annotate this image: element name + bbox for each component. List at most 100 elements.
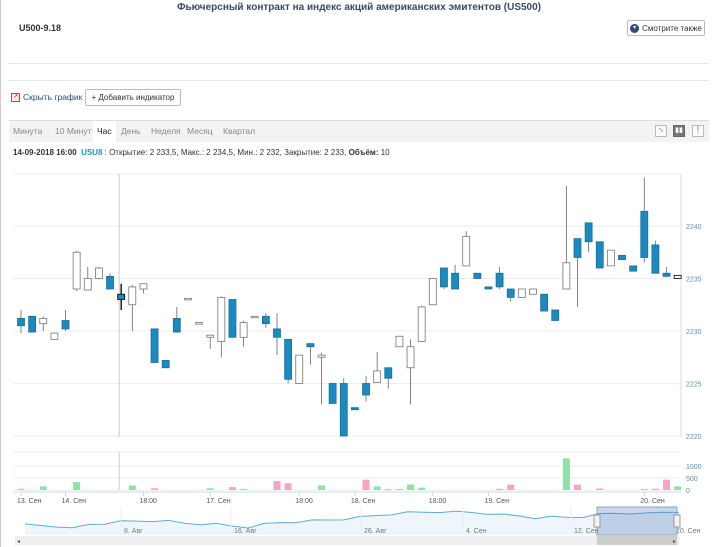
volume-bar [240,489,248,490]
candle-body [562,262,571,290]
candle-body [417,306,426,342]
candle-body [172,317,181,333]
candle-body [406,346,415,369]
candle-body [161,359,170,369]
volume-bar [39,486,47,490]
y-tick-label: 2220 [686,434,702,441]
volume-bar [17,488,25,490]
candle-body [150,328,159,363]
volume-bar [596,488,604,490]
volume-tick-label: 500 [686,476,698,483]
price-chart[interactable]: 2220 2225 2230 2235 2240 0 500 1000 13. Сен 14. С… [1,0,716,547]
candle-body [362,383,370,396]
candle-body [139,283,148,290]
candle-body [395,335,404,348]
volume-bar [384,489,392,490]
volume-bar [206,488,214,490]
candle-body [50,332,59,340]
candle-body [484,286,493,290]
candle-body [261,315,270,325]
scroll-right-arrow-icon[interactable]: ▸ [673,539,676,545]
candle-body [428,278,437,306]
x-tick-label: 18:00 [139,498,157,505]
candle-body [284,338,293,380]
candle-body [673,274,682,279]
candle-body [317,354,326,358]
x-tick-label: 18:00 [429,498,447,505]
candle-body [529,288,537,295]
volume-bar [651,488,659,490]
candle-body [239,322,248,338]
x-tick-label: 13. Сен [17,498,42,505]
navigator-handle[interactable] [593,514,601,528]
volume-bar [273,481,281,490]
candle-body [39,317,48,325]
x-tick-label: 17. Сен [206,498,231,505]
candle-body [595,241,604,269]
x-tick-label: 18:00 [295,498,313,505]
candle-body [517,288,526,298]
candle-body [373,370,382,383]
volume-bar [395,489,403,490]
candle-body [195,322,203,325]
candle-body [451,272,459,290]
navigator-label: 12. Сен [574,528,599,535]
volume-tick-label: 0 [686,488,690,495]
volume-bar [507,484,515,490]
volume-bar [362,479,370,490]
navigator-selection[interactable] [596,506,678,536]
candle-body [440,267,448,288]
y-tick-label: 2240 [686,224,702,231]
volume-bar [284,483,292,490]
scroll-left-arrow-icon[interactable]: ◂ [17,539,20,545]
candle-body [328,383,337,404]
candle-body [640,210,649,258]
scrollbar-thumb[interactable] [597,536,677,545]
volume-tick-label: 1000 [686,464,702,471]
candle-body [618,254,626,260]
candle-body [128,286,137,306]
volume-bar [496,488,504,490]
candle-body [273,328,281,338]
candle-body [584,222,593,243]
volume-bar [663,479,671,490]
volume-bar [318,485,326,490]
candle-body [462,236,471,267]
candle-body [28,315,37,333]
candle-body [206,334,215,338]
navigator-label: 26. Авг [364,528,387,535]
y-tick-label: 2230 [686,329,702,336]
navigator-label: 20. Сен [676,528,701,535]
candle-body [250,315,259,319]
volume-bar [373,486,381,490]
volume-bar [73,482,81,490]
candle-body [228,299,237,338]
navigator-handle[interactable] [673,514,681,528]
candle-body [306,343,315,348]
candle-body [662,272,671,277]
candle-body [117,293,126,300]
x-tick-label: 18. Сен [351,498,376,505]
candle-body [106,275,114,290]
candle-body [473,272,482,279]
candle-body [217,296,226,342]
x-tick-label: 19. Сен [484,498,509,505]
volume-bar [228,487,236,490]
volume-bar [562,458,570,490]
y-tick-label: 2225 [686,382,702,389]
navigator-label: 4. Сен [466,528,487,535]
candle-body [540,293,549,312]
scrollbar-track[interactable] [15,536,679,545]
x-tick-label: 14. Сен [62,498,87,505]
volume-bar [418,487,426,490]
volume-bar [574,484,581,490]
candle-body [573,238,582,258]
candle-body [606,249,615,267]
candle-body [72,251,81,290]
candle-body [384,367,393,379]
candle-body [350,407,359,411]
volume-bar [151,488,159,490]
navigator-label: 8. Авг [124,528,143,535]
candle-body [339,383,348,437]
navigator-label: 16. Авг [234,528,257,535]
